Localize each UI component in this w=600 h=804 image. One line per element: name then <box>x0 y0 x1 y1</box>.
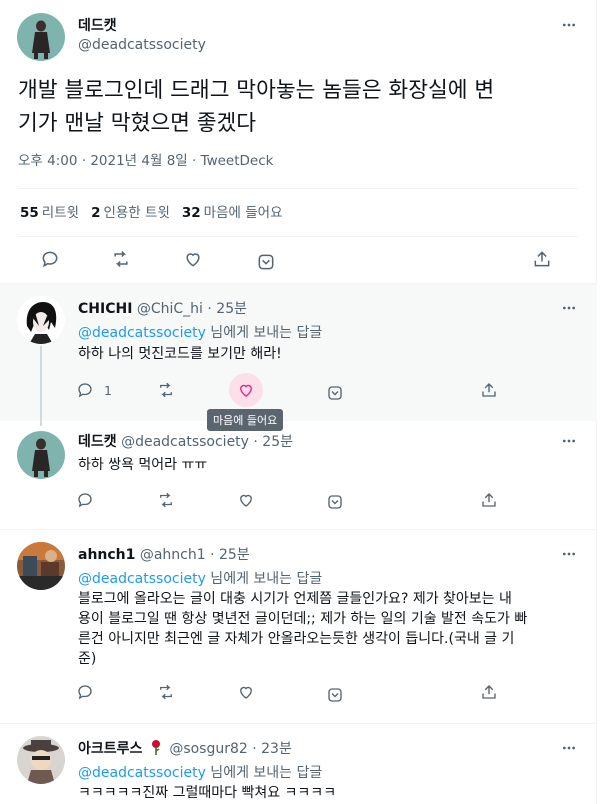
bookmark-icon[interactable] <box>326 493 344 511</box>
replying-to-link[interactable]: @deadcatssociety <box>78 571 206 587</box>
author-name[interactable]: 아크트루스 <box>78 741 142 757</box>
reply-text: 하하 쌍욕 먹어라 ㅠㅠ <box>78 457 208 473</box>
more-icon[interactable] <box>559 544 579 564</box>
bookmark-icon[interactable] <box>256 252 276 272</box>
reply-tweet[interactable]: 아크트루스 @sosgur82 · 23분 @deadcatssociety 님… <box>0 724 597 804</box>
retweets-stat[interactable]: 55 리트윗 <box>20 201 79 221</box>
quotes-stat[interactable]: 2 인용한 트윗 <box>91 201 170 221</box>
avatar-image <box>17 13 65 61</box>
reply-text-line: 른건 아니지만 최근엔 글 자체가 안올라오는듯한 생각이 듭니다.(국내 글 … <box>78 631 515 647</box>
timeline: 데드캣 @deadcatssociety 개발 블로그인데 드래그 막아놓는 놈… <box>0 0 597 804</box>
reply-text-line: 용이 블로그일 땐 항상 몇년전 글이던데;; 제가 하는 일의 기술 발전 속… <box>78 611 528 627</box>
reply-count: 1 <box>104 382 112 398</box>
reply-text-line: 준) <box>78 651 97 667</box>
reply-header: CHICHI @ChiC_hi · 25분 <box>78 298 247 318</box>
like-icon[interactable] <box>183 249 203 269</box>
tweet-text-line: 개발 블로그인데 드래그 막아놓는 놈들은 화장실에 변 <box>18 78 495 103</box>
more-icon[interactable] <box>559 431 579 451</box>
reply-text-line: 블로그에 올라오는 글이 대충 시기가 언제쯤 글들인가요? 제가 찾아보는 내 <box>78 591 512 607</box>
reply-tweet[interactable]: CHICHI @ChiC_hi · 25분 @deadcatssociety 님… <box>0 284 597 431</box>
retweet-icon[interactable] <box>111 249 131 269</box>
tweet-actions <box>0 246 597 276</box>
author-handle-time[interactable]: @ChiC_hi · 25분 <box>137 301 247 317</box>
author-handle-time[interactable]: @deadcatssociety · 25분 <box>121 434 293 450</box>
retweet-icon[interactable] <box>157 683 175 701</box>
replying-to: @deadcatssociety 님에게 보내는 답글 <box>78 325 323 341</box>
share-icon[interactable] <box>532 249 552 269</box>
reply-header: ahnch1 @ahnch1 · 25분 <box>78 544 250 564</box>
more-icon[interactable] <box>559 298 579 318</box>
author-name[interactable]: 데드캣 <box>78 15 117 35</box>
like-icon[interactable] <box>237 381 255 399</box>
reply-header: 데드캣 @deadcatssociety · 25분 <box>78 431 293 451</box>
avatar[interactable] <box>17 296 65 344</box>
like-icon[interactable] <box>237 491 255 509</box>
reply-text: ㅋㅋㅋㅋㅋ진짜 그럴때마다 빡쳐요 ㅋㅋㅋㅋ <box>78 785 337 801</box>
avatar[interactable] <box>17 736 65 784</box>
avatar[interactable] <box>17 13 65 61</box>
author-name[interactable]: ahnch1 <box>78 547 135 563</box>
author-name[interactable]: CHICHI <box>78 301 132 317</box>
tweet-timestamp[interactable]: 오후 4:00 · 2021년 4월 8일 · TweetDeck <box>18 149 273 169</box>
reply-icon[interactable] <box>40 249 60 269</box>
replying-to-link[interactable]: @deadcatssociety <box>78 765 206 781</box>
like-icon[interactable] <box>237 683 255 701</box>
bookmark-icon[interactable] <box>326 384 344 402</box>
tweet-text: 개발 블로그인데 드래그 막아놓는 놈들은 화장실에 변 기가 맨날 막혔으면 … <box>18 74 578 140</box>
reply-icon[interactable]: 1 <box>76 381 112 399</box>
author-name[interactable]: 데드캣 <box>78 434 117 450</box>
more-icon[interactable] <box>559 738 579 758</box>
share-icon[interactable] <box>480 683 498 701</box>
avatar[interactable] <box>17 542 65 590</box>
main-tweet: 데드캣 @deadcatssociety 개발 블로그인데 드래그 막아놓는 놈… <box>0 0 597 284</box>
reply-tweet[interactable]: 데드캣 @deadcatssociety · 25분 하하 쌍욕 먹어라 ㅠㅠ <box>0 421 597 529</box>
rose-icon <box>149 739 163 759</box>
author-handle[interactable]: @deadcatssociety <box>78 37 206 53</box>
divider <box>18 236 579 237</box>
bookmark-icon[interactable] <box>326 686 344 704</box>
avatar-image <box>17 542 65 590</box>
divider <box>18 188 579 189</box>
reply-header: 아크트루스 @sosgur82 · 23분 <box>78 738 292 759</box>
reply-icon[interactable] <box>76 491 94 509</box>
reply-tweet[interactable]: ahnch1 @ahnch1 · 25분 @deadcatssociety 님에… <box>0 530 597 722</box>
reply-text: 하하 나의 멋진코드를 보기만 해라! <box>78 346 282 362</box>
avatar-image <box>17 296 65 344</box>
replying-to: @deadcatssociety 님에게 보내는 답글 <box>78 571 323 587</box>
tweet-stats: 55 리트윗 2 인용한 트윗 32 마음에 들어요 <box>20 201 282 221</box>
likes-stat[interactable]: 32 마음에 들어요 <box>182 201 283 221</box>
author-handle-time[interactable]: @ahnch1 · 25분 <box>140 547 250 563</box>
retweet-icon[interactable] <box>157 491 175 509</box>
author-handle-time[interactable]: @sosgur82 · 23분 <box>169 741 292 757</box>
more-icon[interactable] <box>559 15 579 35</box>
avatar-image <box>17 736 65 784</box>
share-icon[interactable] <box>480 491 498 509</box>
retweet-icon[interactable] <box>157 381 175 399</box>
avatar[interactable] <box>17 431 65 479</box>
tweet-text-line: 기가 맨날 막혔으면 좋겠다 <box>18 111 257 136</box>
reply-text: 블로그에 올라오는 글이 대충 시기가 언제쯤 글들인가요? 제가 찾아보는 내… <box>78 589 583 669</box>
reply-icon[interactable] <box>76 683 94 701</box>
thread-line <box>40 346 42 426</box>
replying-to-link[interactable]: @deadcatssociety <box>78 325 206 341</box>
share-icon[interactable] <box>480 381 498 399</box>
avatar-image <box>17 431 65 479</box>
replying-to: @deadcatssociety 님에게 보내는 답글 <box>78 765 323 781</box>
